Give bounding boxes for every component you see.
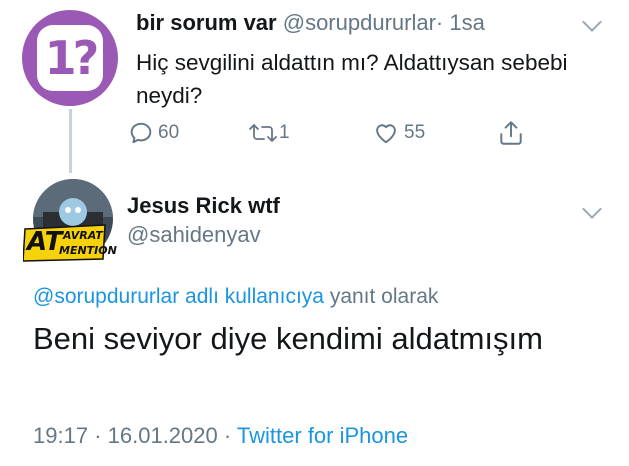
reply-tweet-text: Beni seviyor diye kendimi aldatmışım bbox=[33, 321, 543, 356]
tweet-time[interactable]: 19:17 bbox=[33, 423, 88, 448]
thread-connector-line bbox=[69, 109, 72, 173]
parent-tweet-header: bir sorum var @sorupdururlar· 1sa bbox=[136, 10, 485, 36]
reply-author-name[interactable]: Jesus Rick wtf bbox=[127, 193, 280, 219]
retweet-count: 1 bbox=[279, 122, 290, 143]
question-badge-icon: 1? bbox=[37, 25, 103, 91]
meta-separator-1: · bbox=[94, 423, 102, 448]
reply-icon bbox=[130, 122, 152, 144]
replying-to-link[interactable]: @sorupdururlar adlı kullanıcıya bbox=[33, 285, 324, 308]
like-action-button[interactable]: 55 bbox=[372, 120, 425, 146]
reply-action-button[interactable]: 60 bbox=[128, 120, 179, 146]
share-action-button[interactable] bbox=[498, 120, 524, 146]
parent-author-name[interactable]: bir sorum var bbox=[136, 10, 277, 35]
reply-count: 60 bbox=[158, 122, 180, 143]
avatar-logo-bottom: MENTION bbox=[59, 244, 117, 257]
retweet-action-button[interactable]: 1 bbox=[247, 120, 290, 146]
reply-author-handle[interactable]: @sahidenyav bbox=[127, 222, 261, 248]
parent-tweet-time[interactable]: 1sa bbox=[449, 10, 484, 35]
avatar-bir-sorum-var[interactable]: 1? bbox=[22, 10, 118, 106]
tweet-meta: 19:17 · 16.01.2020 · Twitter for iPhone bbox=[33, 423, 408, 449]
replying-to-line: @sorupdururlar adlı kullanıcıya yanıt ol… bbox=[33, 285, 438, 309]
reply-chevron-down-icon[interactable] bbox=[582, 199, 602, 219]
parent-author-handle[interactable]: @sorupdururlar bbox=[283, 10, 436, 35]
retweet-icon bbox=[249, 124, 277, 142]
avatar-logo-top: AVRAT bbox=[63, 229, 103, 242]
parent-chevron-down-icon[interactable] bbox=[582, 12, 602, 32]
parent-tweet-text: Hiç sevgilini aldattın mı? Aldattıysan s… bbox=[136, 50, 568, 108]
like-count: 55 bbox=[404, 122, 426, 143]
avatar-jesus-rick[interactable]: AT AVRAT MENTION bbox=[22, 177, 119, 263]
meta-separator-2: · bbox=[223, 423, 232, 448]
header-separator: · bbox=[435, 10, 444, 35]
tweet-source-link[interactable]: Twitter for iPhone bbox=[237, 423, 408, 448]
share-icon bbox=[500, 121, 522, 145]
heart-icon bbox=[376, 124, 396, 144]
tweet-date[interactable]: 16.01.2020 bbox=[108, 423, 218, 448]
replying-to-suffix: yanıt olarak bbox=[329, 285, 439, 308]
avatar-logo-at: AT bbox=[27, 227, 63, 257]
